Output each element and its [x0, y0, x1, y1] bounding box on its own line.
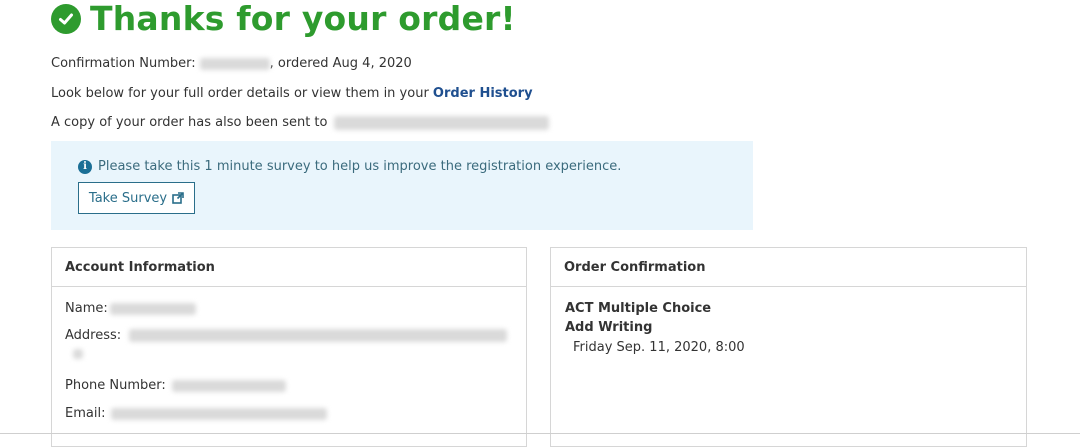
- copy-sent-line: A copy of your order has also been sent …: [51, 115, 549, 130]
- survey-message: Please take this 1 minute survey to help…: [98, 159, 622, 174]
- order-details-line: Look below for your full order details o…: [51, 86, 533, 101]
- redacted-confirmation-number: [199, 57, 270, 70]
- survey-banner: i Please take this 1 minute survey to he…: [51, 141, 753, 230]
- email-field: Email:: [65, 406, 328, 421]
- order-confirmation-title: Order Confirmation: [551, 248, 1026, 287]
- name-field: Name:: [65, 301, 196, 316]
- external-link-icon: [172, 192, 184, 204]
- survey-message-row: i Please take this 1 minute survey to he…: [78, 159, 621, 174]
- order-confirmation-panel: Order Confirmation ACT Multiple Choice A…: [550, 247, 1027, 447]
- ordered-date-text: , ordered Aug 4, 2020: [269, 56, 412, 71]
- redacted-address: [73, 328, 508, 359]
- phone-field: Phone Number:: [65, 378, 286, 393]
- order-date: Friday Sep. 11, 2020, 8:00: [573, 340, 745, 355]
- order-history-link[interactable]: Order History: [433, 86, 533, 101]
- redacted-account-email: [111, 407, 328, 420]
- redacted-phone: [171, 379, 286, 392]
- confirmation-line: Confirmation Number: , ordered Aug 4, 20…: [51, 56, 412, 71]
- page-title: Thanks for your order!: [90, 0, 516, 38]
- take-survey-label: Take Survey: [88, 190, 168, 206]
- redacted-email: [333, 115, 549, 130]
- phone-label: Phone Number:: [65, 378, 166, 393]
- copy-sent-text: A copy of your order has also been sent …: [51, 115, 328, 130]
- order-item-act: ACT Multiple Choice: [565, 301, 712, 316]
- page-heading: Thanks for your order!: [51, 0, 516, 38]
- check-circle-icon: [51, 4, 81, 34]
- take-survey-button[interactable]: Take Survey: [78, 182, 195, 214]
- account-information-title: Account Information: [52, 248, 526, 287]
- redacted-name: [109, 302, 196, 315]
- order-item-writing: Add Writing: [565, 320, 653, 335]
- name-label: Name:: [65, 301, 108, 316]
- confirmation-label: Confirmation Number:: [51, 56, 196, 71]
- info-icon: i: [78, 159, 92, 174]
- address-label: Address:: [65, 328, 122, 343]
- address-field: Address:: [65, 328, 508, 359]
- email-label: Email:: [65, 406, 106, 421]
- account-information-panel: Account Information Name: Address: Phone…: [51, 247, 527, 447]
- bottom-divider: [0, 433, 1080, 434]
- order-details-text: Look below for your full order details o…: [51, 86, 433, 101]
